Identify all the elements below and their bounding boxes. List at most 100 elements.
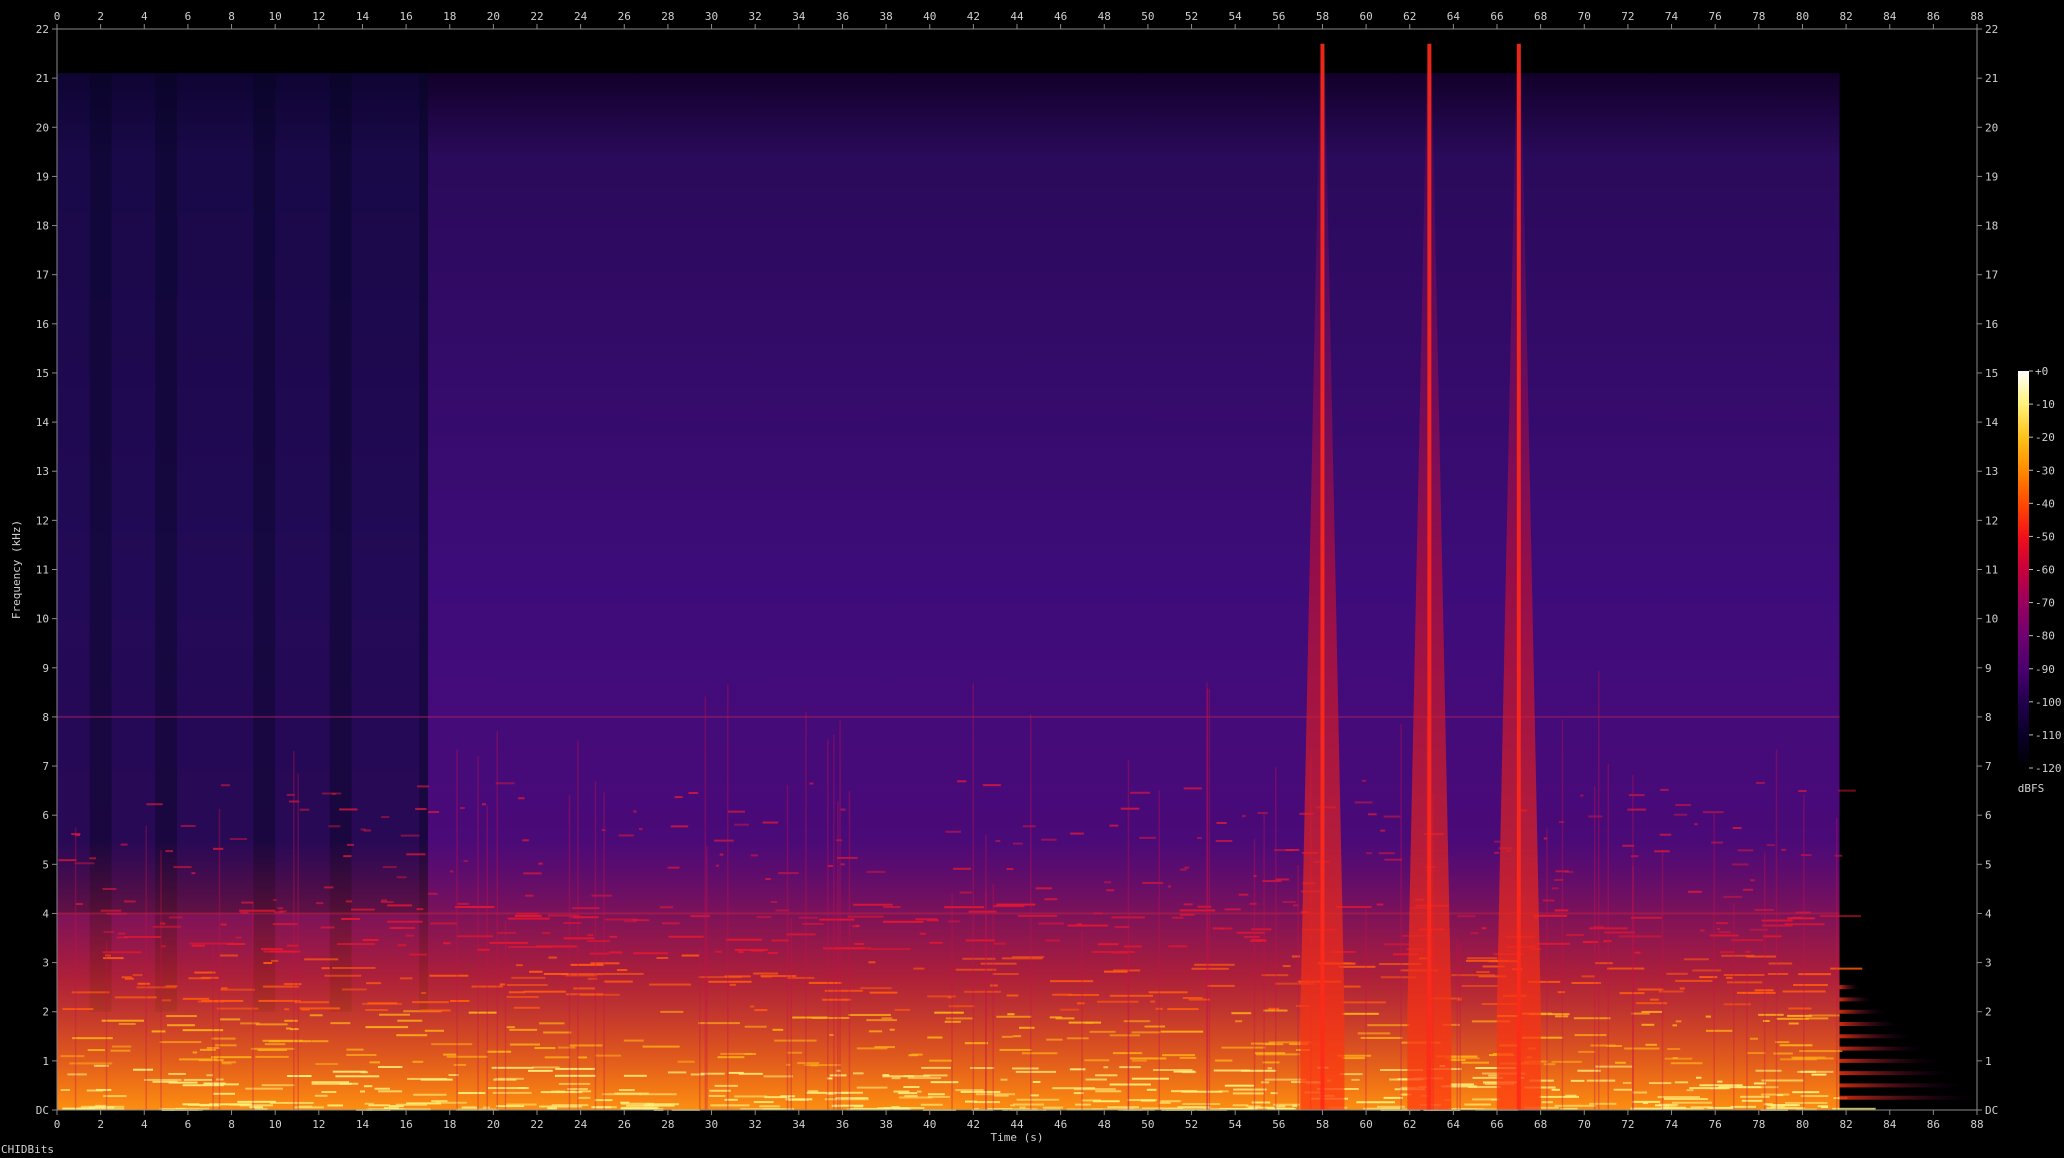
upper-harmonic (719, 853, 724, 856)
upper-harmonic (1675, 804, 1691, 807)
harmonic-streak (397, 944, 407, 947)
upper-harmonic (460, 807, 465, 810)
harmonic-streak (729, 983, 736, 986)
harmonic-streak (81, 1105, 125, 1108)
harmonic-streak (1696, 1076, 1702, 1079)
harmonic-streak (543, 1031, 572, 1034)
harmonic-streak (1637, 988, 1664, 991)
x-tick-label-top: 28 (661, 10, 674, 23)
harmonic-streak (431, 1100, 448, 1103)
x-tick-label: 24 (574, 1118, 588, 1131)
harmonic-streak (442, 942, 451, 945)
harmonic-streak (1817, 1105, 1828, 1108)
harmonic-streak (927, 1095, 951, 1098)
y-tick-label-right: 18 (1985, 220, 1998, 233)
x-tick-label-top: 80 (1796, 10, 1809, 23)
upper-harmonic (1723, 895, 1742, 898)
upper-harmonic (221, 784, 230, 787)
colorbar-tick-label: -20 (2035, 431, 2055, 444)
harmonic-streak (429, 974, 469, 977)
upper-harmonic (734, 823, 749, 826)
upper-harmonic (1470, 932, 1479, 935)
harmonic-streak (1384, 943, 1409, 946)
harmonic-streak (883, 920, 924, 923)
upper-harmonic (75, 903, 83, 906)
harmonic-streak (1664, 1098, 1708, 1101)
upper-harmonic (106, 912, 127, 915)
harmonic-streak (668, 935, 704, 938)
x-tick-label: 14 (356, 1118, 370, 1131)
upper-harmonic (947, 920, 961, 923)
harmonic-streak (726, 938, 762, 941)
harmonic-streak (365, 1026, 409, 1029)
upper-harmonic (1183, 903, 1193, 906)
harmonic-streak (808, 981, 842, 984)
y-tick-label-right: 20 (1985, 121, 1998, 134)
onset-line (504, 920, 507, 1110)
harmonic-streak (215, 1044, 237, 1047)
onset-line (1713, 813, 1715, 1110)
harmonic-streak (1067, 924, 1109, 927)
upper-harmonic (623, 920, 637, 923)
x-tick-label-top: 66 (1490, 10, 1503, 23)
harmonic-streak (239, 909, 276, 912)
upper-harmonic (659, 906, 674, 909)
harmonic-streak (1537, 942, 1570, 945)
onset-line (1632, 865, 1634, 1110)
upper-harmonic (120, 843, 128, 846)
harmonic-streak (216, 1007, 259, 1010)
x-tick-label-top: 18 (443, 10, 456, 23)
upper-harmonic (471, 906, 492, 909)
harmonic-streak (378, 1090, 403, 1093)
upper-harmonic (1800, 854, 1812, 857)
harmonic-streak (853, 1105, 864, 1108)
harmonic-streak (269, 1040, 280, 1043)
upper-harmonic (1756, 781, 1765, 784)
x-tick-label: 80 (1796, 1118, 1809, 1131)
harmonic-streak (412, 1001, 449, 1004)
harmonic-streak (420, 1078, 453, 1081)
harmonic-streak (60, 1089, 71, 1092)
upper-harmonic (1551, 887, 1559, 890)
upper-harmonic (299, 808, 310, 811)
harmonic-streak (1077, 1002, 1085, 1005)
harmonic-streak (1762, 924, 1793, 927)
harmonic-streak (907, 1077, 942, 1080)
harmonic-streak (1699, 1084, 1743, 1087)
harmonic-streak (1785, 1101, 1828, 1104)
upper-harmonic (1700, 929, 1705, 932)
upper-harmonic (945, 830, 961, 833)
x-tick-label: 50 (1141, 1118, 1154, 1131)
upper-harmonic (1367, 813, 1377, 816)
harmonic-streak (866, 1019, 897, 1022)
onset-line (1127, 943, 1130, 1110)
harmonic-streak (1555, 1015, 1569, 1018)
harmonic-streak (633, 952, 669, 955)
upper-harmonic (1838, 789, 1856, 792)
harmonic-streak (1787, 1014, 1812, 1017)
harmonic-streak (232, 1103, 252, 1106)
harmonic-streak (882, 1074, 890, 1077)
harmonic-streak (1720, 951, 1735, 954)
upper-harmonic (428, 892, 438, 895)
upper-harmonic (316, 902, 324, 905)
x-tick-label: 18 (443, 1118, 456, 1131)
harmonic-streak (1042, 1106, 1064, 1109)
harmonic-streak (350, 908, 375, 911)
onset-line (790, 917, 792, 1110)
upper-harmonic (1224, 908, 1241, 911)
y-tick-label-right: 22 (1985, 23, 1998, 36)
harmonic-streak (955, 1089, 984, 1092)
tail-harmonic (1839, 1046, 1925, 1051)
onset-line (1030, 714, 1032, 1110)
harmonic-streak (1001, 1035, 1013, 1038)
onset-line (839, 720, 841, 1110)
tail-harmonic (1839, 1009, 1886, 1014)
harmonic-streak (754, 1009, 768, 1012)
harmonic-streak (649, 983, 691, 986)
harmonic-streak (913, 967, 925, 970)
onset-line (1661, 849, 1664, 1110)
harmonic-streak (1109, 1034, 1141, 1037)
harmonic-streak (1667, 1047, 1681, 1050)
harmonic-streak (1144, 1025, 1166, 1028)
